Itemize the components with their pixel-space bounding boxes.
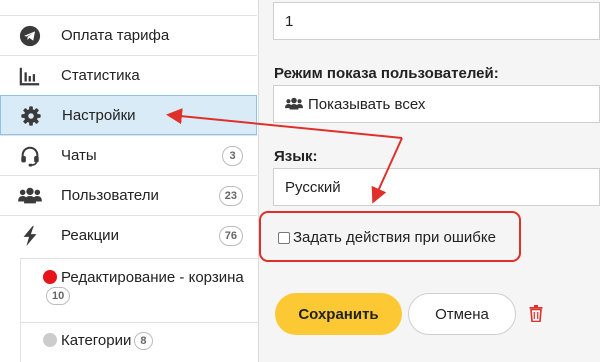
trash-icon[interactable] <box>529 305 543 322</box>
number-input-value: 1 <box>285 12 294 30</box>
error-actions-label[interactable]: Задать действия при ошибке <box>293 229 496 246</box>
count-badge: 3 <box>222 145 243 166</box>
count-badge: 10 <box>46 287 71 305</box>
display-mode-select[interactable]: Показывать всех <box>273 85 600 123</box>
subitem-label: Категории <box>61 332 132 349</box>
cancel-button[interactable]: Отмена <box>408 293 516 335</box>
annotation-highlight-box: Задать действия при ошибке <box>259 211 521 262</box>
sidebar-item-label: Статистика <box>61 67 140 84</box>
subitem-label: Редактирование - корзина <box>61 269 244 286</box>
language-label: Язык: <box>274 148 318 165</box>
sidebar-item-reactions[interactable]: Реакции 76 <box>0 215 257 255</box>
sidebar: Оплата тарифа Статистика Настройки Чаты … <box>0 0 259 362</box>
sidebar-item-chats[interactable]: Чаты 3 <box>0 135 257 175</box>
sidebar-subitem-categories[interactable]: Категории 8 <box>20 322 258 362</box>
language-select[interactable]: Русский <box>273 168 600 206</box>
sidebar-subitem-edit-cart[interactable]: Редактирование - корзина10 <box>20 258 258 322</box>
error-actions-checkbox[interactable] <box>278 232 290 244</box>
bar-chart-icon <box>19 67 40 86</box>
count-badge: 23 <box>218 185 243 206</box>
sidebar-item-label: Чаты <box>61 147 97 164</box>
sidebar-item-settings[interactable]: Настройки <box>0 95 257 135</box>
display-mode-label: Режим показа пользователей: <box>274 65 499 82</box>
gear-icon <box>21 106 41 126</box>
headset-icon <box>21 146 39 167</box>
count-badge: 76 <box>218 225 243 246</box>
display-mode-value: Показывать всех <box>308 95 426 113</box>
lightning-icon <box>23 225 37 247</box>
sidebar-item-statistics[interactable]: Статистика <box>0 55 257 95</box>
count-badge: 8 <box>134 332 153 350</box>
save-button[interactable]: Сохранить <box>275 293 402 335</box>
status-dot <box>43 270 57 284</box>
settings-form: 1 Режим показа пользователей: Показывать… <box>259 0 600 362</box>
sidebar-item-label: Оплата тарифа <box>61 27 170 44</box>
sidebar-item-users[interactable]: Пользователи 23 <box>0 175 257 215</box>
sidebar-item-label: Настройки <box>62 106 136 124</box>
sidebar-item-payment[interactable]: Оплата тарифа <box>0 15 257 55</box>
users-icon <box>18 187 42 204</box>
status-dot <box>43 333 57 347</box>
users-icon <box>285 97 303 110</box>
telegram-icon <box>19 25 41 47</box>
number-input[interactable]: 1 <box>273 2 600 40</box>
sidebar-item-label: Реакции <box>61 227 119 244</box>
language-value: Русский <box>285 178 341 196</box>
sidebar-item-label: Пользователи <box>61 187 159 204</box>
